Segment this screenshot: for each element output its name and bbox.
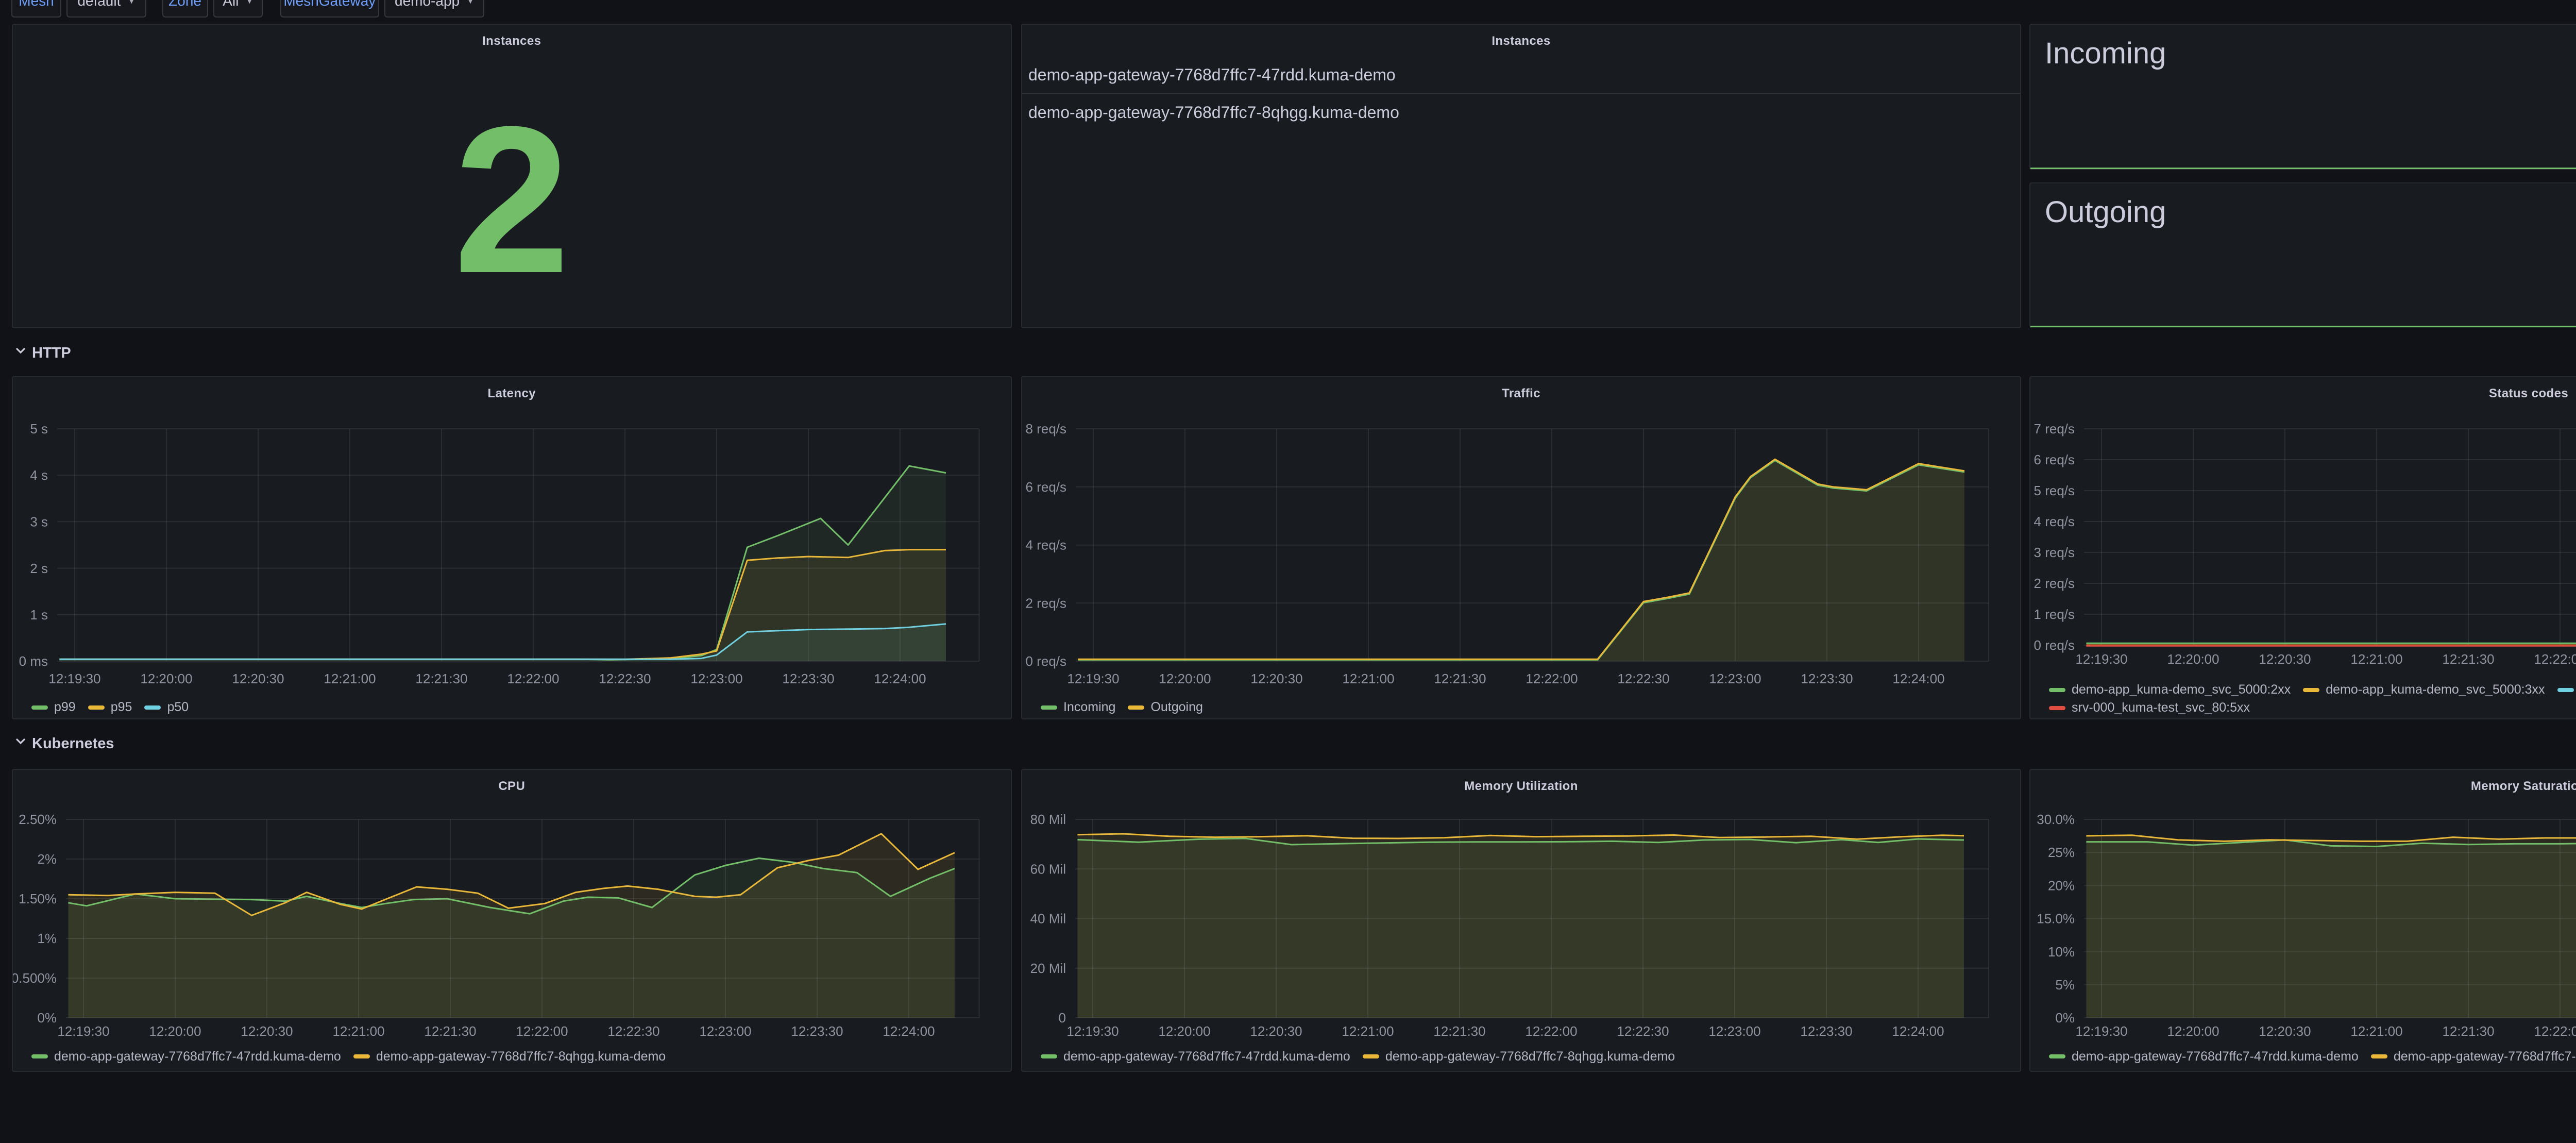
svg-text:20 Mil: 20 Mil (1030, 961, 1066, 976)
svg-text:12:20:30: 12:20:30 (232, 671, 284, 686)
svg-text:12:19:30: 12:19:30 (1066, 1023, 1118, 1039)
svg-text:12:22:00: 12:22:00 (516, 1023, 568, 1039)
svg-text:12:19:30: 12:19:30 (2075, 1023, 2127, 1039)
svg-text:2 req/s: 2 req/s (1026, 595, 1066, 611)
svg-text:12:20:30: 12:20:30 (1250, 671, 1302, 686)
svg-text:12:24:00: 12:24:00 (1892, 671, 1944, 686)
svg-text:12:20:00: 12:20:00 (2167, 651, 2219, 667)
svg-text:4 req/s: 4 req/s (2034, 514, 2075, 529)
svg-text:12:23:30: 12:23:30 (1801, 671, 1853, 686)
svg-text:0 req/s: 0 req/s (2034, 637, 2075, 653)
svg-text:12:19:30: 12:19:30 (1067, 671, 1119, 686)
svg-text:2 req/s: 2 req/s (2034, 576, 2075, 591)
svg-text:12:22:00: 12:22:00 (2534, 1023, 2576, 1039)
svg-text:0 req/s: 0 req/s (1026, 653, 1066, 669)
svg-text:1.50%: 1.50% (19, 891, 57, 906)
svg-text:12:23:00: 12:23:00 (690, 671, 742, 686)
svg-text:12:21:00: 12:21:00 (2350, 651, 2402, 667)
svg-text:10%: 10% (2048, 944, 2075, 960)
svg-text:12:21:30: 12:21:30 (1434, 671, 1486, 686)
svg-text:4 s: 4 s (30, 467, 48, 483)
svg-text:12:23:00: 12:23:00 (1708, 1023, 1760, 1039)
svg-text:40 Mil: 40 Mil (1030, 911, 1066, 927)
svg-text:5 s: 5 s (30, 421, 48, 436)
svg-text:0: 0 (1059, 1010, 1066, 1026)
svg-text:12:23:30: 12:23:30 (791, 1023, 843, 1039)
svg-text:12:21:30: 12:21:30 (2442, 651, 2494, 667)
svg-text:12:23:00: 12:23:00 (699, 1023, 751, 1039)
svg-text:5%: 5% (2055, 977, 2075, 993)
svg-text:80 Mil: 80 Mil (1030, 812, 1066, 827)
svg-text:12:24:00: 12:24:00 (1892, 1023, 1944, 1039)
svg-text:12:19:30: 12:19:30 (57, 1023, 109, 1039)
svg-text:12:20:30: 12:20:30 (241, 1023, 293, 1039)
svg-text:8 req/s: 8 req/s (1026, 421, 1066, 436)
svg-text:12:19:30: 12:19:30 (2075, 651, 2127, 667)
svg-text:12:22:00: 12:22:00 (507, 671, 559, 686)
svg-text:1 req/s: 1 req/s (2034, 607, 2075, 622)
svg-text:12:19:30: 12:19:30 (48, 671, 100, 686)
svg-text:12:22:00: 12:22:00 (1526, 671, 1578, 686)
svg-text:0%: 0% (2055, 1010, 2075, 1026)
svg-text:12:21:00: 12:21:00 (2350, 1023, 2402, 1039)
svg-text:0 ms: 0 ms (19, 653, 48, 669)
svg-text:4 req/s: 4 req/s (1026, 537, 1066, 553)
svg-text:1 s: 1 s (30, 607, 48, 623)
svg-text:12:22:30: 12:22:30 (599, 671, 651, 686)
svg-text:20%: 20% (2048, 878, 2075, 893)
svg-text:12:20:00: 12:20:00 (140, 671, 192, 686)
svg-text:12:20:00: 12:20:00 (1159, 671, 1211, 686)
svg-text:12:23:00: 12:23:00 (1709, 671, 1761, 686)
svg-text:12:23:30: 12:23:30 (782, 671, 834, 686)
svg-text:12:20:00: 12:20:00 (1158, 1023, 1210, 1039)
svg-text:12:21:00: 12:21:00 (1342, 1023, 1394, 1039)
svg-text:12:23:30: 12:23:30 (1800, 1023, 1852, 1039)
svg-text:2 s: 2 s (30, 561, 48, 576)
svg-text:12:20:00: 12:20:00 (149, 1023, 201, 1039)
svg-text:6 req/s: 6 req/s (1026, 479, 1066, 495)
svg-text:25%: 25% (2048, 845, 2075, 860)
svg-text:12:21:30: 12:21:30 (424, 1023, 476, 1039)
svg-text:60 Mil: 60 Mil (1030, 861, 1066, 877)
svg-text:0.500%: 0.500% (13, 970, 57, 986)
svg-text:30.0%: 30.0% (2037, 812, 2075, 827)
svg-text:12:21:00: 12:21:00 (332, 1023, 384, 1039)
svg-text:2%: 2% (37, 851, 57, 867)
svg-text:12:21:30: 12:21:30 (1433, 1023, 1485, 1039)
svg-text:6 req/s: 6 req/s (2034, 452, 2075, 467)
svg-text:12:21:30: 12:21:30 (415, 671, 467, 686)
svg-text:12:20:00: 12:20:00 (2167, 1023, 2219, 1039)
svg-text:12:22:00: 12:22:00 (1525, 1023, 1577, 1039)
svg-text:12:22:30: 12:22:30 (1617, 1023, 1669, 1039)
svg-text:12:24:00: 12:24:00 (883, 1023, 935, 1039)
svg-text:2.50%: 2.50% (19, 812, 57, 827)
svg-text:12:20:30: 12:20:30 (1250, 1023, 1302, 1039)
svg-text:0%: 0% (37, 1010, 57, 1026)
svg-text:3 s: 3 s (30, 514, 48, 530)
svg-text:5 req/s: 5 req/s (2034, 483, 2075, 498)
svg-text:12:22:00: 12:22:00 (2534, 651, 2576, 667)
svg-text:12:22:30: 12:22:30 (607, 1023, 659, 1039)
svg-text:3 req/s: 3 req/s (2034, 545, 2075, 560)
svg-text:12:20:30: 12:20:30 (2259, 651, 2311, 667)
svg-text:15.0%: 15.0% (2037, 911, 2075, 927)
svg-text:12:21:30: 12:21:30 (2442, 1023, 2494, 1039)
svg-text:12:22:30: 12:22:30 (1617, 671, 1669, 686)
svg-text:12:20:30: 12:20:30 (2259, 1023, 2311, 1039)
svg-text:1%: 1% (37, 931, 57, 946)
svg-text:12:24:00: 12:24:00 (874, 671, 926, 686)
svg-text:7 req/s: 7 req/s (2034, 421, 2075, 436)
svg-text:12:21:00: 12:21:00 (1342, 671, 1394, 686)
svg-text:12:21:00: 12:21:00 (324, 671, 376, 686)
